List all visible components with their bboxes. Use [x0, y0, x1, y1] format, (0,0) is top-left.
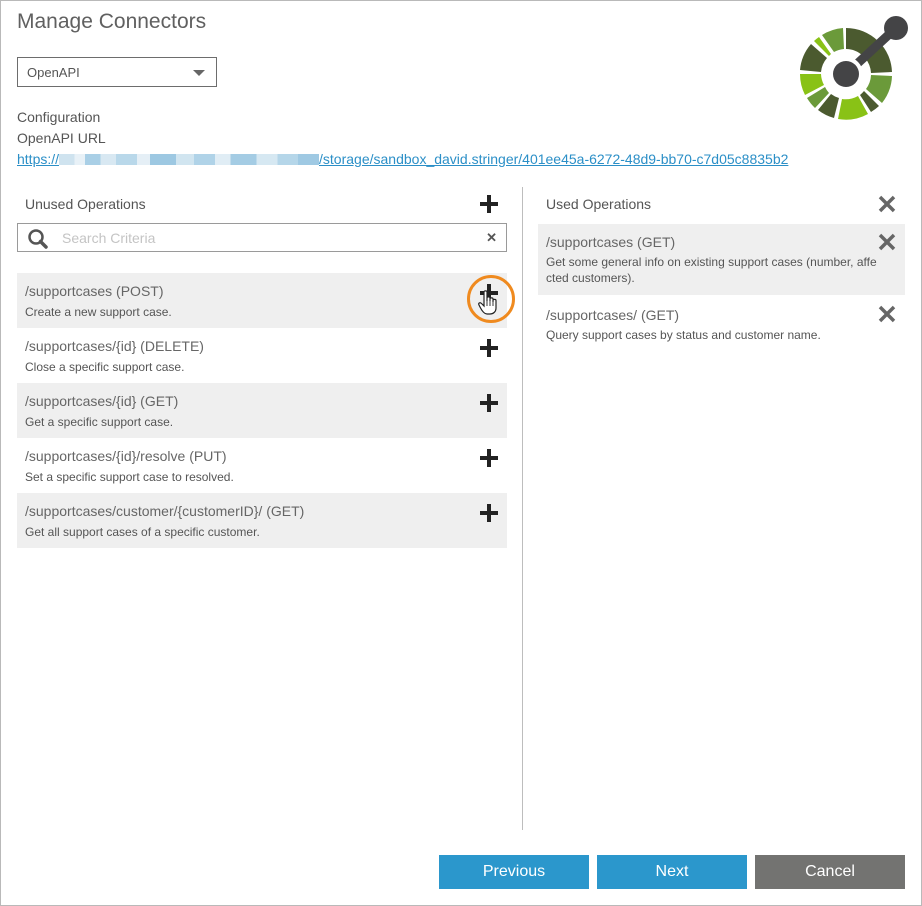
unused-operation-item: /supportcases/{id} (DELETE) Close a spec…	[17, 328, 507, 383]
next-button[interactable]: Next	[597, 855, 747, 889]
operation-description: Set a specific support case to resolved.	[25, 470, 234, 484]
url-suffix: /storage/sandbox_david.stringer/401ee45a…	[319, 151, 789, 167]
openapi-logo-icon	[800, 16, 908, 120]
search-icon	[28, 229, 48, 249]
operation-description: Get some general info on existing suppor…	[546, 255, 877, 285]
panel-divider	[522, 187, 523, 830]
dialog-title: Manage Connectors	[17, 10, 207, 33]
add-operation-plus-icon[interactable]	[478, 502, 500, 524]
operation-description: Create a new support case.	[25, 305, 172, 319]
used-operation-item: /supportcases (GET) Get some general inf…	[538, 224, 905, 295]
operation-description: Close a specific support case.	[25, 360, 185, 374]
operation-name: /supportcases (POST)	[25, 283, 164, 299]
unused-operation-item: /supportcases/{id}/resolve (PUT) Set a s…	[17, 438, 507, 493]
operation-name: /supportcases/{id} (DELETE)	[25, 338, 204, 354]
remove-operation-close-icon[interactable]	[876, 303, 898, 325]
redacted-host	[59, 154, 320, 165]
connector-type-select[interactable]: OpenAPI	[17, 57, 217, 87]
remove-operation-close-icon[interactable]	[876, 231, 898, 253]
connector-type-value: OpenAPI	[27, 65, 80, 80]
chevron-down-icon	[193, 70, 205, 76]
unused-operation-item: /supportcases (POST) Create a new suppor…	[17, 273, 507, 328]
unused-operations-title: Unused Operations	[25, 196, 146, 212]
operation-name: /supportcases/{id} (GET)	[25, 393, 179, 409]
search-field: ✕	[17, 223, 507, 252]
operation-name: /supportcases/{id}/resolve (PUT)	[25, 448, 227, 464]
cancel-button[interactable]: Cancel	[755, 855, 905, 889]
unused-operation-item: /supportcases/{id} (GET) Get a specific …	[17, 383, 507, 438]
add-all-plus-icon[interactable]	[478, 193, 500, 215]
operation-description: Query support cases by status and custom…	[546, 328, 821, 342]
operation-name: /supportcases (GET)	[546, 234, 676, 250]
openapi-url-link[interactable]: https:// /storage/sandbox_david.stringer/…	[17, 151, 788, 167]
openapi-url-label: OpenAPI URL	[17, 130, 106, 146]
operation-name: /supportcases/ (GET)	[546, 307, 680, 323]
unused-operation-item: /supportcases/customer/{customerID}/ (GE…	[17, 493, 507, 548]
add-operation-plus-icon[interactable]	[478, 337, 500, 359]
used-operation-item: /supportcases/ (GET) Query support cases…	[538, 297, 905, 352]
remove-all-close-icon[interactable]	[876, 193, 898, 215]
operation-name: /supportcases/customer/{customerID}/ (GE…	[25, 503, 305, 519]
used-operations-title: Used Operations	[546, 196, 652, 212]
configuration-label: Configuration	[17, 109, 101, 125]
hand-cursor-icon	[478, 290, 497, 315]
clear-search-icon[interactable]: ✕	[486, 230, 497, 246]
operation-description: Get all support cases of a specific cust…	[25, 525, 260, 539]
previous-button[interactable]: Previous	[439, 855, 589, 889]
add-operation-plus-icon[interactable]	[478, 447, 500, 469]
operation-description: Get a specific support case.	[25, 415, 174, 429]
add-operation-plus-icon[interactable]	[478, 392, 500, 414]
url-prefix: https://	[17, 151, 60, 167]
search-input[interactable]	[62, 228, 462, 248]
